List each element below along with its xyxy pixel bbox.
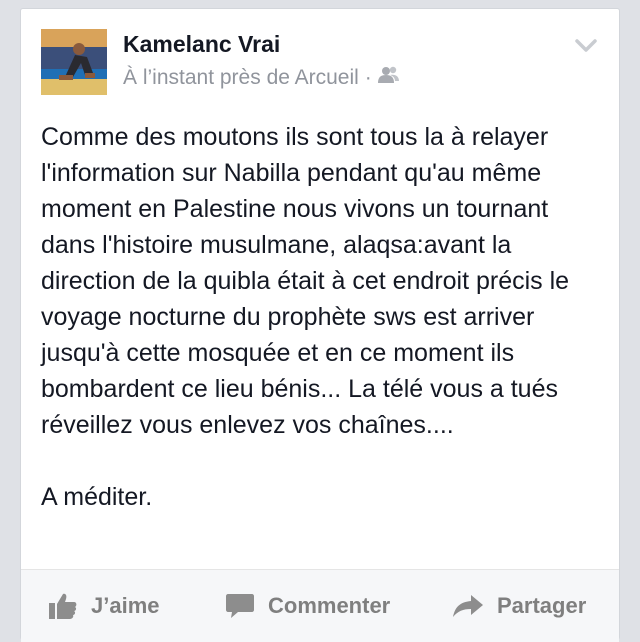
post-text: Comme des moutons ils sont tous la à rel… xyxy=(41,123,570,511)
chevron-down-icon[interactable] xyxy=(575,39,597,58)
timestamp-location[interactable]: À l’instant près de Arcueil xyxy=(123,66,359,90)
author-name[interactable]: Kamelanc Vrai xyxy=(123,31,280,58)
avatar[interactable] xyxy=(41,29,107,95)
friends-icon[interactable] xyxy=(377,66,400,90)
share-label: Partager xyxy=(497,593,587,618)
thumbs-up-icon xyxy=(49,593,77,619)
like-button[interactable]: J’aime xyxy=(49,570,160,642)
share-arrow-icon xyxy=(453,594,483,618)
meta-separator: · xyxy=(364,66,372,89)
avatar-photo xyxy=(41,29,107,95)
post-actions-bar: J’aime Commenter Partager xyxy=(21,569,619,642)
comment-bubble-icon xyxy=(226,593,254,619)
like-label: J’aime xyxy=(91,593,160,618)
comment-button[interactable]: Commenter xyxy=(226,570,390,642)
comment-label: Commenter xyxy=(268,593,391,618)
share-button[interactable]: Partager xyxy=(453,570,586,642)
post-meta: À l’instant près de Arcueil · xyxy=(123,66,400,90)
post-card: Kamelanc Vrai À l’instant près de Arcuei… xyxy=(20,8,620,642)
